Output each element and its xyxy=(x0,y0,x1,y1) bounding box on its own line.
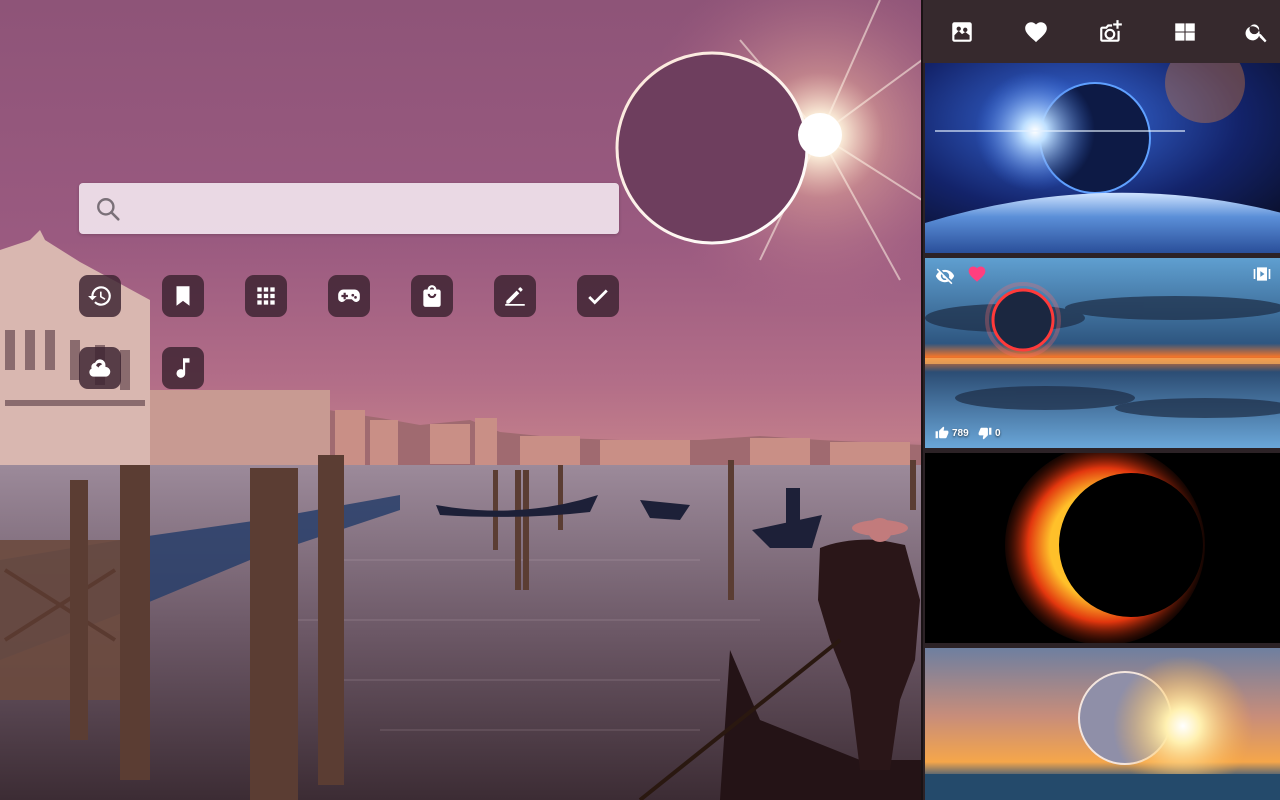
dislike-count: 0 xyxy=(995,427,1001,439)
wallpaper-thumbnail-space-eclipse[interactable] xyxy=(925,63,1280,253)
wallpaper-panel: 789 0 xyxy=(921,0,1280,800)
gamepad-icon xyxy=(338,289,360,302)
history-shortcut[interactable] xyxy=(79,275,121,317)
background-wallpaper xyxy=(0,0,922,800)
venice-eclipse-scene xyxy=(0,0,922,800)
shopping-shortcut[interactable] xyxy=(411,275,453,317)
wallpaper-gallery-button[interactable] xyxy=(948,18,976,46)
like-counter[interactable]: 789 xyxy=(935,426,969,440)
apps-shortcut[interactable] xyxy=(245,275,287,317)
favorites-button[interactable] xyxy=(1022,18,1050,46)
add-photo-icon xyxy=(1100,20,1122,42)
video-slideshow-icon xyxy=(1253,267,1271,281)
games-shortcut[interactable] xyxy=(328,275,370,317)
thumbs-down-icon xyxy=(978,427,992,440)
weather-shortcut[interactable] xyxy=(79,347,121,389)
panel-toolbar xyxy=(923,0,1280,63)
wallpaper-thumbnail-red-eclipse[interactable] xyxy=(925,453,1280,643)
add-photo-button[interactable] xyxy=(1097,18,1125,46)
favorites-heart-icon xyxy=(1025,22,1047,43)
edit-icon xyxy=(505,287,525,306)
bookmark-icon xyxy=(176,286,190,306)
hide-wallpaper-button[interactable] xyxy=(935,266,955,286)
panel-search-button[interactable] xyxy=(1243,18,1271,46)
windows-grid-icon xyxy=(1175,23,1195,41)
eye-off-icon xyxy=(935,268,955,285)
ring-eclipse-image xyxy=(925,258,1280,448)
space-eclipse-image xyxy=(925,63,1280,253)
checkmark-icon xyxy=(588,289,608,305)
search-icon xyxy=(1245,24,1267,43)
like-count: 789 xyxy=(952,427,969,439)
dislike-counter[interactable]: 0 xyxy=(978,426,1001,440)
music-shortcut[interactable] xyxy=(162,347,204,389)
thumbs-up-icon xyxy=(935,426,949,439)
tasks-shortcut[interactable] xyxy=(577,275,619,317)
windows-button[interactable] xyxy=(1171,18,1199,46)
wallpaper-thumbnail-sunset-eclipse[interactable] xyxy=(925,648,1280,800)
sunset-eclipse-image xyxy=(925,648,1280,800)
shopping-bag-icon xyxy=(423,285,441,307)
live-wallpaper-button[interactable] xyxy=(1252,264,1272,284)
weather-icon xyxy=(89,359,111,377)
notes-shortcut[interactable] xyxy=(494,275,536,317)
search-bar[interactable] xyxy=(79,183,619,236)
bookmarks-shortcut[interactable] xyxy=(162,275,204,317)
search-icon xyxy=(97,198,120,221)
red-eclipse-image xyxy=(925,453,1280,643)
wallpaper-thumbnail-ring-eclipse[interactable] xyxy=(925,258,1280,448)
favorite-wallpaper-button[interactable] xyxy=(967,264,987,284)
heart-icon xyxy=(968,266,986,282)
music-note-icon xyxy=(176,358,190,378)
apps-grid-icon xyxy=(257,287,275,305)
wallpaper-gallery-icon xyxy=(952,22,972,42)
history-icon xyxy=(88,286,111,306)
search-input[interactable] xyxy=(135,183,609,236)
